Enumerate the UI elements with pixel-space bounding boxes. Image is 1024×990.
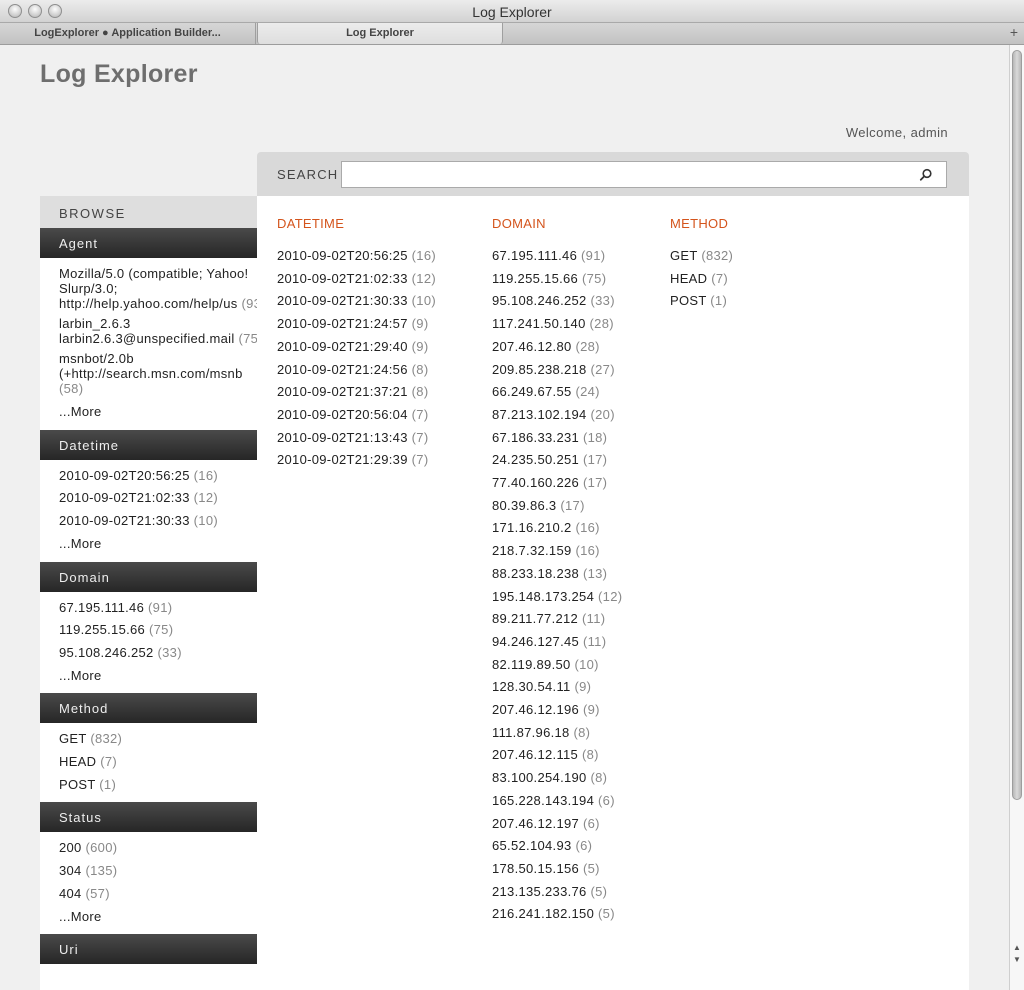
result-item[interactable]: 2010-09-02T20:56:25 (16)	[277, 245, 436, 268]
new-tab-button[interactable]: +	[1010, 24, 1018, 40]
result-item[interactable]: 80.39.86.3 (17)	[492, 495, 622, 518]
result-item[interactable]: 207.46.12.197 (6)	[492, 813, 622, 836]
search-panel: SEARCH	[257, 152, 969, 196]
search-input[interactable]	[341, 161, 947, 188]
result-item[interactable]: 2010-09-02T21:30:33 (10)	[277, 290, 436, 313]
facet-item[interactable]: 404 (57)	[59, 883, 257, 906]
result-item[interactable]: 94.246.127.45 (11)	[492, 631, 622, 654]
result-item[interactable]: 209.85.238.218 (27)	[492, 359, 622, 382]
window-titlebar: Log Explorer	[0, 0, 1024, 23]
result-item[interactable]: 2010-09-02T20:56:04 (7)	[277, 404, 436, 427]
more-link-domain[interactable]: ...More	[59, 668, 102, 683]
facet-item[interactable]: 119.255.15.66 (75)	[59, 619, 257, 642]
scroll-up-arrow[interactable]: ▲	[1013, 943, 1021, 952]
results-panel: DATETIME 2010-09-02T20:56:25 (16) 2010-09…	[257, 196, 969, 990]
result-item[interactable]: 207.46.12.196 (9)	[492, 699, 622, 722]
scrollbar-thumb[interactable]	[1012, 50, 1022, 800]
tab-application-builder[interactable]: LogExplorer ● Application Builder...	[0, 23, 256, 44]
facet-item[interactable]: HEAD (7)	[59, 751, 257, 774]
result-item[interactable]: 65.52.104.93 (6)	[492, 835, 622, 858]
results-column-domain: DOMAIN 67.195.111.46 (91) 119.255.15.66 (…	[492, 216, 622, 926]
result-item[interactable]: 82.119.89.50 (10)	[492, 654, 622, 677]
result-item[interactable]: 111.87.96.18 (8)	[492, 722, 622, 745]
result-item[interactable]: 2010-09-02T21:37:21 (8)	[277, 381, 436, 404]
results-column-datetime: DATETIME 2010-09-02T20:56:25 (16) 2010-09…	[277, 216, 436, 472]
result-item[interactable]: 165.228.143.194 (6)	[492, 790, 622, 813]
more-link-datetime[interactable]: ...More	[59, 536, 102, 551]
facet-list-datetime: 2010-09-02T20:56:25 (16) 2010-09-02T21:0…	[40, 460, 257, 562]
result-item[interactable]: 119.255.15.66 (75)	[492, 268, 622, 291]
search-icon[interactable]	[919, 168, 933, 182]
result-item[interactable]: 87.213.102.194 (20)	[492, 404, 622, 427]
facet-item[interactable]: POST (1)	[59, 774, 257, 797]
facet-item[interactable]: 304 (135)	[59, 860, 257, 883]
facet-header-method[interactable]: Method	[40, 693, 257, 724]
browse-header: BROWSE	[40, 196, 257, 228]
tab-bar: LogExplorer ● Application Builder... Log…	[0, 23, 1024, 45]
result-item[interactable]: 2010-09-02T21:24:57 (9)	[277, 313, 436, 336]
result-item[interactable]: 171.16.210.2 (16)	[492, 517, 622, 540]
result-item[interactable]: 2010-09-02T21:29:40 (9)	[277, 336, 436, 359]
result-item[interactable]: 2010-09-02T21:24:56 (8)	[277, 359, 436, 382]
search-label: SEARCH	[277, 167, 339, 182]
facet-header-uri[interactable]: Uri	[40, 934, 257, 965]
facet-list-method: GET (832) HEAD (7) POST (1)	[40, 723, 257, 802]
column-heading: DATETIME	[277, 216, 345, 231]
facet-list-agent: Mozilla/5.0 (compatible; Yahoo! Slurp/3.…	[40, 258, 257, 430]
result-item[interactable]: 2010-09-02T21:13:43 (7)	[277, 427, 436, 450]
browse-sidebar: BROWSE Agent Mozilla/5.0 (compatible; Ya…	[40, 196, 257, 990]
result-item[interactable]: 216.241.182.150 (5)	[492, 903, 622, 926]
result-item[interactable]: 88.233.18.238 (13)	[492, 563, 622, 586]
more-link-status[interactable]: ...More	[59, 909, 102, 924]
result-item[interactable]: 218.7.32.159 (16)	[492, 540, 622, 563]
result-item[interactable]: 2010-09-02T21:29:39 (7)	[277, 449, 436, 472]
result-item[interactable]: 195.148.173.254 (12)	[492, 586, 622, 609]
facet-header-datetime[interactable]: Datetime	[40, 429, 257, 460]
result-item[interactable]: 207.46.12.80 (28)	[492, 336, 622, 359]
result-item[interactable]: 24.235.50.251 (17)	[492, 449, 622, 472]
result-item[interactable]: HEAD (7)	[670, 268, 733, 291]
result-item[interactable]: GET (832)	[670, 245, 733, 268]
facet-item[interactable]: 95.108.246.252 (33)	[59, 642, 257, 665]
welcome-message: Welcome, admin	[845, 125, 948, 140]
result-item[interactable]: 67.195.111.46 (91)	[492, 245, 622, 268]
facet-item[interactable]: GET (832)	[59, 728, 257, 751]
facet-header-agent[interactable]: Agent	[40, 228, 257, 258]
facet-item[interactable]: Mozilla/5.0 (compatible; Yahoo! Slurp/3.…	[59, 266, 257, 311]
results-column-method: METHOD GET (832) HEAD (7) POST (1)	[670, 216, 733, 313]
facet-header-domain[interactable]: Domain	[40, 561, 257, 592]
result-item[interactable]: 66.249.67.55 (24)	[492, 381, 622, 404]
result-item[interactable]: 95.108.246.252 (33)	[492, 290, 622, 313]
window-title: Log Explorer	[472, 4, 552, 20]
column-heading: METHOD	[670, 216, 729, 231]
result-item[interactable]: 67.186.33.231 (18)	[492, 427, 622, 450]
result-item[interactable]: 213.135.233.76 (5)	[492, 881, 622, 904]
result-item[interactable]: 83.100.254.190 (8)	[492, 767, 622, 790]
page-title: Log Explorer	[40, 60, 198, 88]
result-item[interactable]: 207.46.12.115 (8)	[492, 744, 622, 767]
vertical-scrollbar[interactable]: ▲ ▼	[1009, 45, 1024, 990]
facet-list-status: 200 (600) 304 (135) 404 (57) ...More	[40, 832, 257, 934]
facet-item[interactable]: 2010-09-02T21:30:33 (10)	[59, 510, 257, 533]
facet-header-status[interactable]: Status	[40, 802, 257, 833]
result-item[interactable]: 117.241.50.140 (28)	[492, 313, 622, 336]
result-item[interactable]: 89.211.77.212 (11)	[492, 608, 622, 631]
result-item[interactable]: 128.30.54.11 (9)	[492, 676, 622, 699]
facet-item[interactable]: 67.195.111.46 (91)	[59, 597, 257, 620]
facet-item[interactable]: 200 (600)	[59, 837, 257, 860]
facet-item[interactable]: larbin_2.6.3 larbin2.6.3@unspecified.mai…	[59, 316, 257, 346]
result-item[interactable]: POST (1)	[670, 290, 733, 313]
result-item[interactable]: 77.40.160.226 (17)	[492, 472, 622, 495]
tab-log-explorer[interactable]: Log Explorer	[257, 23, 503, 44]
facet-list-domain: 67.195.111.46 (91) 119.255.15.66 (75) 95…	[40, 592, 257, 694]
more-link-agent[interactable]: ...More	[59, 404, 102, 419]
result-item[interactable]: 2010-09-02T21:02:33 (12)	[277, 268, 436, 291]
facet-item[interactable]: 2010-09-02T20:56:25 (16)	[59, 465, 257, 488]
facet-item[interactable]: msnbot/2.0b (+http://search.msn.com/msnb…	[59, 351, 257, 396]
column-heading: DOMAIN	[492, 216, 546, 231]
scroll-down-arrow[interactable]: ▼	[1013, 955, 1021, 964]
result-item[interactable]: 178.50.15.156 (5)	[492, 858, 622, 881]
facet-item[interactable]: 2010-09-02T21:02:33 (12)	[59, 487, 257, 510]
